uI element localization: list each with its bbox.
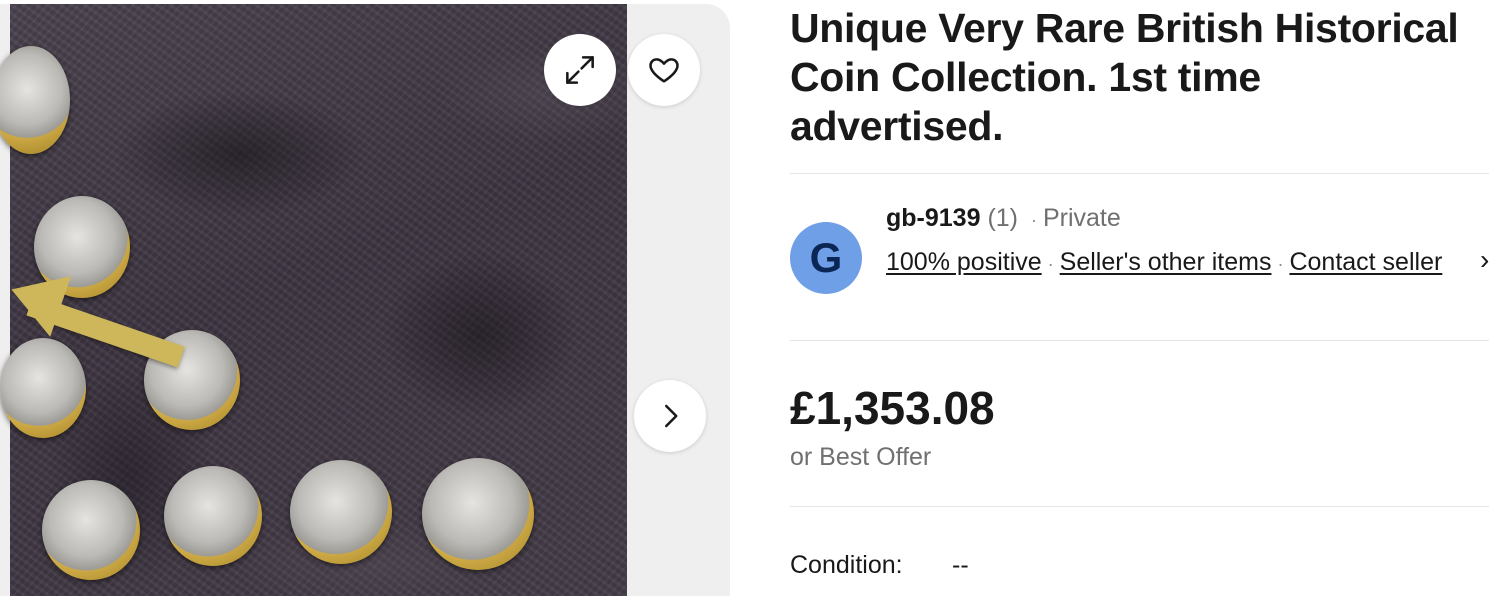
divider [790, 340, 1489, 341]
expand-icon [566, 56, 594, 84]
condition-value: -- [952, 551, 969, 579]
seller-avatar[interactable]: G [790, 222, 862, 294]
best-offer-text: or Best Offer [790, 443, 932, 471]
title-line: Unique Very Rare British Historical [790, 5, 1459, 51]
coin [290, 460, 392, 564]
title-line: Coin Collection. 1st time [790, 54, 1261, 100]
next-image-button[interactable] [634, 380, 706, 452]
coin [422, 458, 534, 570]
title-line: advertised. [790, 103, 1004, 149]
seller-links: 100% positive · Seller's other items · Conta… [886, 243, 1486, 283]
seller-type: Private [1042, 204, 1121, 232]
separator-dot: · [1277, 254, 1284, 274]
item-price: £1,353.08 [790, 382, 995, 434]
seller-chevron-icon[interactable]: › [1480, 244, 1489, 276]
seller-info: gb-9139 (1) · Private [886, 201, 1121, 237]
image-gallery [0, 4, 730, 596]
coin [164, 466, 262, 566]
separator-dot: · [1030, 210, 1037, 230]
condition-label: Condition: [790, 551, 903, 579]
listing-photo[interactable] [0, 4, 627, 596]
listing-title: Unique Very Rare British Historical Coin… [790, 4, 1489, 151]
divider [790, 506, 1489, 507]
positive-feedback-link[interactable]: 100% positive [886, 248, 1042, 276]
divider [790, 173, 1489, 174]
sellers-other-items-link[interactable]: Seller's other items [1060, 248, 1272, 276]
chevron-right-icon [665, 404, 678, 428]
heart-icon [649, 58, 679, 83]
separator-dot: · [1047, 254, 1054, 274]
expand-image-button[interactable] [544, 34, 616, 106]
seller-name[interactable]: gb-9139 [886, 204, 980, 232]
watch-item-button[interactable] [628, 34, 700, 106]
contact-seller-link[interactable]: Contact seller [1289, 248, 1442, 276]
feedback-count: (1) [987, 204, 1018, 232]
coin [42, 480, 140, 580]
coin [0, 46, 70, 154]
coin [0, 338, 86, 438]
